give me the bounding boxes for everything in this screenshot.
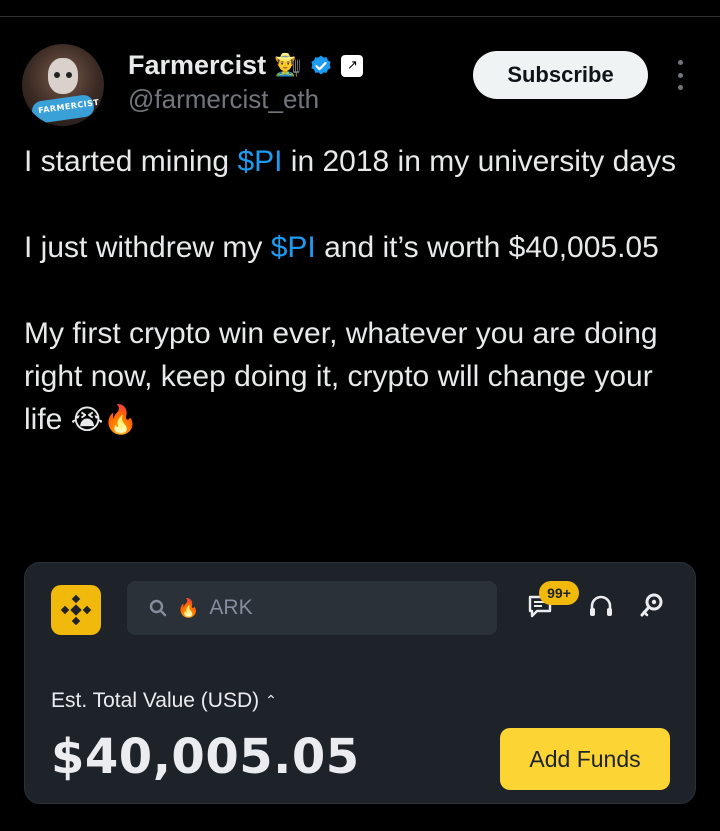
avatar[interactable]: FARMERCIST [22, 44, 104, 126]
tweet-paragraph-2: I just withdrew my $PI and it’s worth $4… [24, 226, 694, 269]
name-row: Farmercist 👨‍🌾 ↗ [128, 50, 364, 81]
tweet-text-segment: in 2018 in my university days [282, 145, 676, 178]
total-value: $40,005.05 [51, 729, 360, 785]
subscribe-button[interactable]: Subscribe [473, 51, 648, 99]
crying-emoji-icon: 😭 [70, 403, 104, 436]
display-name[interactable]: Farmercist [128, 50, 266, 81]
more-options-icon[interactable] [672, 60, 688, 90]
tweet-text-segment: and it’s worth $40,005.05 [315, 231, 659, 264]
affiliate-badge-icon: ↗ [341, 54, 364, 77]
media-card[interactable]: 🔥 ARK 99+ Est. Total Value (USD) ⌃ $40,0… [24, 562, 696, 804]
fire-emoji-icon: 🔥 [103, 403, 139, 436]
tweet-paragraph-3: My first crypto win ever, whatever you a… [24, 312, 694, 441]
binance-logo-icon[interactable] [51, 585, 101, 635]
handle[interactable]: @farmercist_eth [128, 84, 319, 115]
notification-badge: 99+ [539, 581, 579, 605]
cashtag-link[interactable]: $PI [237, 145, 282, 178]
add-funds-button[interactable]: Add Funds [500, 728, 670, 790]
headset-support-icon[interactable] [587, 593, 615, 621]
est-total-value-text: Est. Total Value (USD) [51, 689, 260, 712]
search-input[interactable]: 🔥 ARK [127, 581, 497, 635]
caret-up-icon[interactable]: ⌃ [265, 693, 277, 709]
tweet-text-segment: I just withdrew my [24, 231, 271, 264]
top-divider [0, 16, 720, 17]
key-icon[interactable] [637, 591, 665, 621]
tweet-text: I started mining $PI in 2018 in my unive… [24, 140, 694, 441]
tweet-paragraph-1: I started mining $PI in 2018 in my unive… [24, 140, 694, 183]
search-icon [149, 599, 167, 617]
binance-diamond-icon [60, 594, 92, 626]
farmer-emoji-icon: 👨‍🌾 [274, 52, 302, 78]
avatar-eye [54, 72, 60, 78]
cashtag-link[interactable]: $PI [271, 231, 316, 264]
search-placeholder: ARK [209, 596, 253, 619]
verified-badge-icon [311, 55, 332, 74]
avatar-face [48, 58, 78, 94]
est-total-value-label: Est. Total Value (USD) ⌃ [51, 689, 277, 713]
tweet-text-segment: I started mining [24, 145, 238, 178]
avatar-eye [66, 72, 72, 78]
trending-fire-icon: 🔥 [177, 597, 200, 619]
